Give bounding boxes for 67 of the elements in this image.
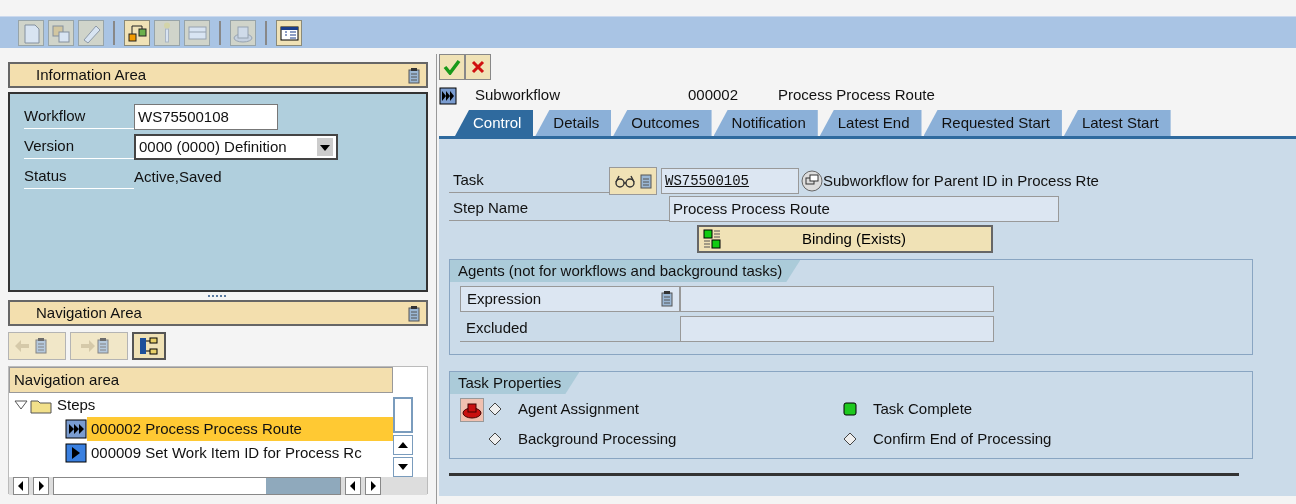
step-icon <box>65 419 87 439</box>
section-title: Agents (not for workflows and background tasks) <box>450 260 801 282</box>
hat-icon <box>462 401 482 419</box>
tab[interactable]: Notification <box>713 110 818 136</box>
section-title: Task Properties <box>450 372 580 394</box>
display-icon[interactable] <box>801 170 823 192</box>
field-label: Status <box>24 165 134 189</box>
tree-item[interactable]: 000009 Set Work Item ID for Process Rc <box>87 441 393 465</box>
confirm-button[interactable] <box>439 54 465 80</box>
tab[interactable]: Latest End <box>819 110 922 136</box>
agent-button[interactable] <box>460 398 484 422</box>
column-header[interactable]: Navigation area <box>9 367 393 393</box>
field-label: Excluded <box>466 318 528 339</box>
tab[interactable]: Requested Start <box>923 110 1062 136</box>
menu-icon <box>640 173 652 189</box>
candle-icon <box>164 22 170 43</box>
status-value: Active,Saved <box>134 166 222 187</box>
binding-icon <box>703 229 721 249</box>
step-name: Process Process Route <box>778 84 935 105</box>
tab[interactable]: Details <box>535 110 612 136</box>
toolbar-button[interactable] <box>124 19 150 46</box>
cancel-button[interactable] <box>465 54 491 80</box>
input-field[interactable] <box>680 286 994 312</box>
status-diamond-icon <box>843 432 857 446</box>
task-description: Subworkflow for Parent ID in Process Rte <box>823 170 1099 191</box>
property-label: Confirm End of Processing <box>873 428 1052 449</box>
glasses-icon <box>614 174 636 188</box>
menu-icon <box>97 338 109 354</box>
version-dropdown[interactable]: 0000 (0000) Definition <box>134 134 338 160</box>
structure-button[interactable] <box>132 332 166 360</box>
tree-item[interactable]: Steps <box>57 393 96 417</box>
field-label: Step Name <box>449 197 669 221</box>
property-label: Task Complete <box>873 398 973 419</box>
property-label: Background Processing <box>518 428 677 449</box>
tab[interactable]: Control <box>455 110 534 136</box>
step-type: Subworkflow <box>475 84 562 105</box>
tab[interactable]: Latest Start <box>1063 110 1171 136</box>
close-icon <box>471 60 485 74</box>
step-number: 000002 <box>688 84 740 105</box>
toolbar-button[interactable] <box>276 19 302 46</box>
status-diamond-icon <box>488 432 502 446</box>
scrollbar-thumb[interactable] <box>393 397 413 433</box>
panel-title: Information Area <box>36 64 147 85</box>
menu-icon <box>408 305 420 322</box>
tree-item[interactable]: 000002 Process Process Route <box>87 417 393 441</box>
splitter-handle[interactable] <box>208 294 228 298</box>
panel-title: Navigation Area <box>36 302 142 323</box>
tree-icon <box>138 336 160 356</box>
step-name-field[interactable]: Process Process Route <box>669 196 1059 222</box>
task-options-button[interactable] <box>609 167 657 195</box>
field-label: Expression <box>467 288 542 309</box>
check-icon <box>443 59 461 75</box>
input-field[interactable] <box>680 316 994 342</box>
task-field[interactable]: WS75500105 <box>661 168 799 194</box>
tab[interactable]: Outcomes <box>613 110 712 136</box>
scroll-up-icon <box>393 435 413 455</box>
menu-icon <box>35 338 47 354</box>
step-icon <box>439 86 457 105</box>
binding-button[interactable]: Binding (Exists) <box>697 225 993 253</box>
caret-icon <box>317 138 333 156</box>
status-square-icon <box>843 402 857 416</box>
play-icon <box>65 443 87 463</box>
status-diamond-icon <box>488 402 502 416</box>
workflow-field[interactable]: WS75500108 <box>134 104 278 130</box>
scroll-down-icon <box>393 457 413 477</box>
menu-icon <box>408 67 420 84</box>
property-label: Agent Assignment <box>518 398 639 419</box>
